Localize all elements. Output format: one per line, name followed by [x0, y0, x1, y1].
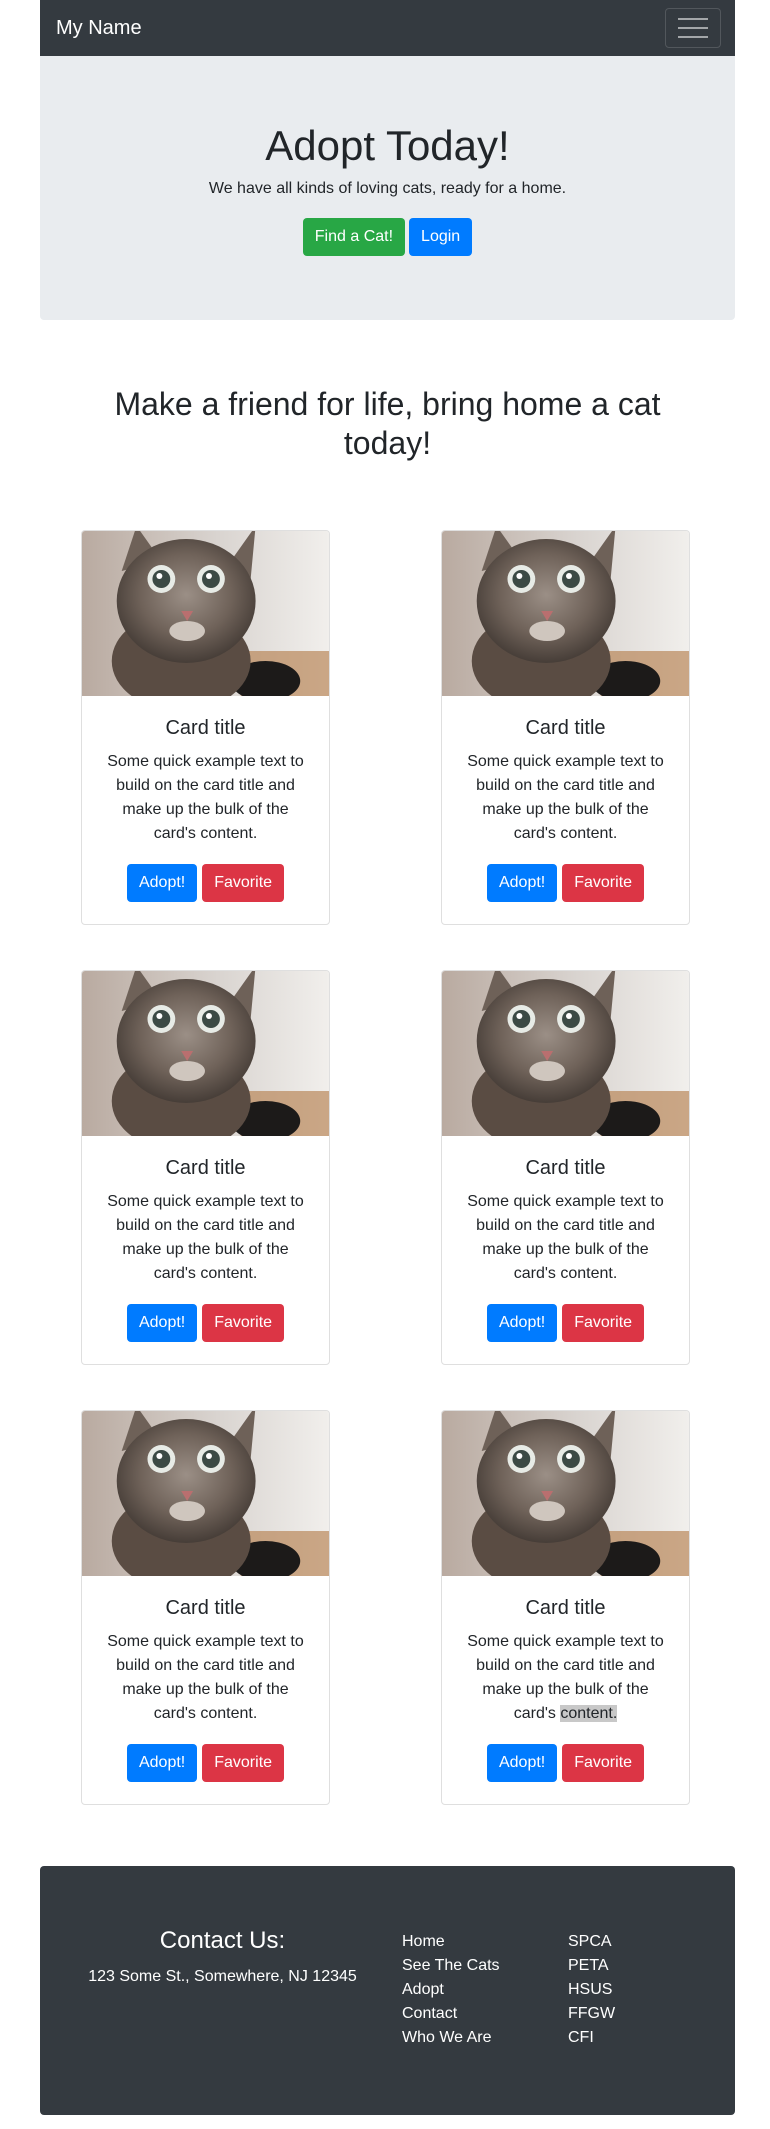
- footer-link-adopt[interactable]: Adopt: [402, 1978, 500, 2002]
- kitten-photo: [82, 531, 329, 696]
- card-text: Some quick example text to build on the …: [107, 753, 304, 842]
- section-heading: Make a friend for life, bring home a cat…: [114, 386, 661, 461]
- card-title: Card title: [165, 1597, 246, 1619]
- favorite-button[interactable]: Favorite: [562, 1304, 645, 1342]
- login-button[interactable]: Login: [409, 218, 473, 256]
- card-title: Card title: [525, 717, 606, 739]
- footer-link-peta[interactable]: PETA: [568, 1954, 615, 1978]
- card-text: Some quick example text to build on the …: [107, 1633, 304, 1722]
- kitten-photo: [442, 531, 689, 696]
- favorite-button[interactable]: Favorite: [202, 1744, 285, 1782]
- footer-link-who-we-are[interactable]: Who We Are: [402, 2026, 500, 2050]
- footer-link-home[interactable]: Home: [402, 1930, 500, 1954]
- navbar: My Name: [40, 0, 735, 56]
- cat-card: Card title Some quick example text to bu…: [441, 530, 690, 925]
- card-title: Card title: [165, 717, 246, 739]
- cat-card: Card title Some quick example text to bu…: [81, 530, 330, 925]
- contact-address: 123 Some St., Somewhere, NJ 12345: [88, 1968, 357, 1985]
- footer-link-cfi[interactable]: CFI: [568, 2026, 615, 2050]
- card-text: Some quick example text to build on the …: [467, 753, 664, 842]
- footer: Contact Us: 123 Some St., Somewhere, NJ …: [40, 1866, 735, 2115]
- footer-links-primary: Home See The Cats Adopt Contact Who We A…: [402, 1930, 500, 2050]
- jumbotron-subtitle: We have all kinds of loving cats, ready …: [208, 180, 567, 197]
- adopt-button[interactable]: Adopt!: [126, 1304, 198, 1342]
- cat-card: Card title Some quick example text to bu…: [441, 1410, 690, 1805]
- footer-link-contact[interactable]: Contact: [402, 2002, 500, 2026]
- footer-links-partners: SPCA PETA HSUS FFGW CFI: [568, 1930, 615, 2050]
- footer-link-ffgw[interactable]: FFGW: [568, 2002, 615, 2026]
- jumbotron-actions: Find a Cat! Login: [40, 218, 735, 256]
- hamburger-icon[interactable]: [665, 8, 721, 48]
- kitten-photo: [82, 1411, 329, 1576]
- card-title: Card title: [525, 1157, 606, 1179]
- favorite-button[interactable]: Favorite: [562, 1744, 645, 1782]
- footer-link-hsus[interactable]: HSUS: [568, 1978, 615, 2002]
- card-title: Card title: [165, 1157, 246, 1179]
- adopt-button[interactable]: Adopt!: [126, 1744, 198, 1782]
- jumbotron-title: Adopt Today!: [265, 122, 510, 169]
- adopt-button[interactable]: Adopt!: [126, 864, 198, 902]
- cat-card: Card title Some quick example text to bu…: [81, 970, 330, 1365]
- adopt-button[interactable]: Adopt!: [486, 864, 558, 902]
- jumbotron: Adopt Today! We have all kinds of loving…: [40, 56, 735, 320]
- find-cat-button[interactable]: Find a Cat!: [302, 218, 406, 256]
- kitten-photo: [442, 1411, 689, 1576]
- favorite-button[interactable]: Favorite: [202, 1304, 285, 1342]
- navbar-brand[interactable]: My Name: [56, 17, 142, 40]
- adopt-button[interactable]: Adopt!: [486, 1744, 558, 1782]
- card-text: Some quick example text to build on the …: [467, 1193, 664, 1282]
- card-title: Card title: [525, 1597, 606, 1619]
- adopt-button[interactable]: Adopt!: [486, 1304, 558, 1342]
- kitten-photo: [442, 971, 689, 1136]
- selected-text: content.: [560, 1705, 618, 1722]
- kitten-photo: [82, 971, 329, 1136]
- card-text: Some quick example text to build on the …: [107, 1193, 304, 1282]
- cat-card: Card title Some quick example text to bu…: [81, 1410, 330, 1805]
- cat-card: Card title Some quick example text to bu…: [441, 970, 690, 1365]
- footer-link-see-cats[interactable]: See The Cats: [402, 1954, 500, 1978]
- favorite-button[interactable]: Favorite: [202, 864, 285, 902]
- contact-title: Contact Us:: [159, 1927, 286, 1954]
- card-text: Some quick example text to build on the …: [462, 1630, 669, 1726]
- favorite-button[interactable]: Favorite: [562, 864, 645, 902]
- footer-link-spca[interactable]: SPCA: [568, 1930, 615, 1954]
